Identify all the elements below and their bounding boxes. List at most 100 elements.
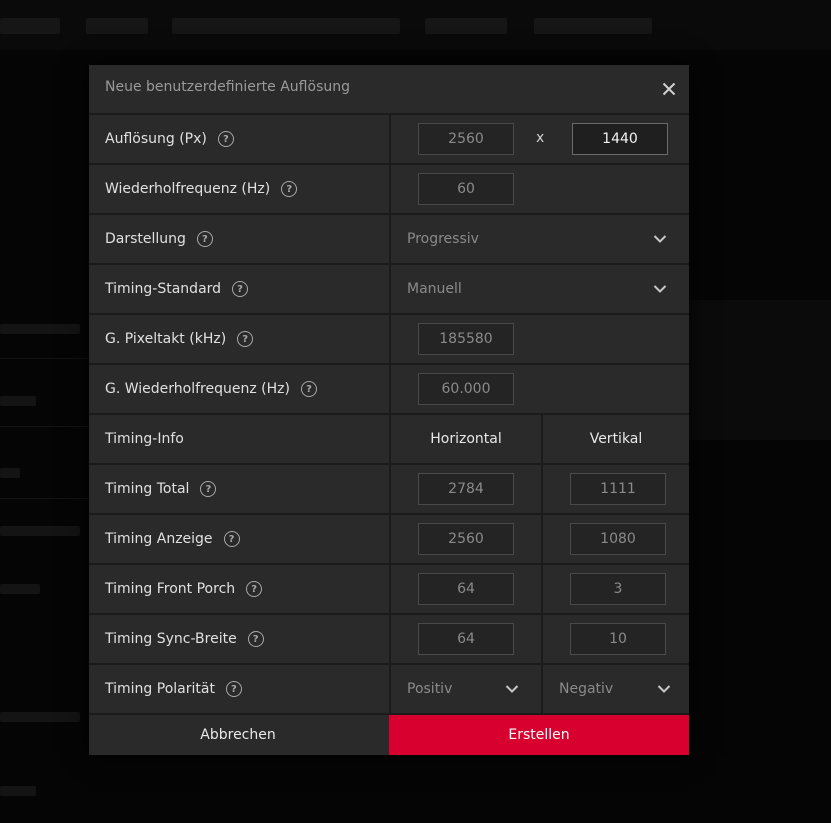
chevron-down-icon [657, 685, 671, 693]
background-tab [0, 18, 60, 34]
background-tab [172, 18, 400, 34]
resolution-separator: x [536, 130, 545, 146]
row-timing-info: Timing-Info Horizontal Vertikal [89, 415, 689, 465]
help-icon[interactable]: ? [237, 331, 254, 347]
dialog-header: Neue benutzerdefinierte Auflösung [89, 65, 689, 115]
timing-total-horizontal-input[interactable] [418, 473, 514, 505]
background-sidebar [0, 300, 90, 823]
cancel-button[interactable]: Abbrechen [89, 715, 387, 755]
row-label-container: G. Pixeltakt (kHz) ? [89, 315, 391, 363]
background-label [0, 396, 36, 406]
dialog-title: Neue benutzerdefinierte Auflösung [105, 79, 350, 95]
chevron-down-icon [653, 285, 667, 293]
row-label-container: Timing Polarität ? [89, 665, 391, 713]
close-button[interactable] [657, 77, 681, 101]
row-resolution: Auflösung (Px) ? x [89, 115, 689, 165]
background-divider [0, 498, 90, 499]
timing-standard-value: Manuell [407, 281, 462, 297]
chevron-down-icon [653, 235, 667, 243]
polarity-horizontal-dropdown[interactable]: Positiv [407, 665, 541, 713]
polarity-label: Timing Polarität [105, 681, 215, 697]
refresh-rate-input[interactable] [418, 173, 514, 205]
timing-standard-label: Timing-Standard [105, 281, 222, 297]
effective-refresh-input[interactable] [418, 373, 514, 405]
background-divider [0, 358, 90, 359]
row-label-container: Timing Total ? [89, 465, 391, 513]
chevron-down-icon [505, 685, 519, 693]
display-mode-dropdown[interactable]: Progressiv [407, 215, 689, 263]
timing-display-label: Timing Anzeige [105, 531, 213, 547]
row-display-mode: Darstellung ? Progressiv [89, 215, 689, 265]
help-icon[interactable]: ? [196, 231, 213, 247]
effective-refresh-label: G. Wiederholfrequenz (Hz) [105, 381, 290, 397]
row-pixel-clock: G. Pixeltakt (kHz) ? [89, 315, 689, 365]
row-label-container: Darstellung ? [89, 215, 391, 263]
background-tab [534, 18, 652, 34]
background-app-header [0, 0, 831, 50]
pixel-clock-input[interactable] [418, 323, 514, 355]
row-front-porch: Timing Front Porch ? [89, 565, 689, 615]
dialog-footer: Abbrechen Erstellen [89, 715, 689, 755]
sync-width-label: Timing Sync-Breite [105, 631, 237, 647]
column-divider [541, 565, 543, 613]
create-button[interactable]: Erstellen [389, 715, 689, 755]
background-label [0, 712, 80, 722]
column-divider [541, 465, 543, 513]
row-label-container: Timing Sync-Breite ? [89, 615, 391, 663]
column-divider [541, 665, 543, 713]
vertical-column-header: Vertikal [589, 431, 643, 447]
timing-total-vertical-input[interactable] [570, 473, 666, 505]
display-mode-value: Progressiv [407, 231, 479, 247]
row-effective-refresh: G. Wiederholfrequenz (Hz) ? [89, 365, 689, 415]
row-polarity: Timing Polarität ? Positiv Negativ [89, 665, 689, 715]
horizontal-column-header: Horizontal [430, 431, 502, 447]
row-label-container: Wiederholfrequenz (Hz) ? [89, 165, 391, 213]
help-icon[interactable]: ? [247, 631, 264, 647]
sync-width-vertical-input[interactable] [570, 623, 666, 655]
front-porch-label: Timing Front Porch [105, 581, 236, 597]
help-icon[interactable]: ? [281, 181, 298, 197]
row-timing-total: Timing Total ? [89, 465, 689, 515]
polarity-vertical-value: Negativ [559, 681, 614, 697]
row-label-container: Timing Front Porch ? [89, 565, 391, 613]
polarity-vertical-dropdown[interactable]: Negativ [559, 665, 689, 713]
row-sync-width: Timing Sync-Breite ? [89, 615, 689, 665]
row-label-container: Timing Anzeige ? [89, 515, 391, 563]
background-label [0, 324, 80, 334]
polarity-horizontal-value: Positiv [407, 681, 453, 697]
help-icon[interactable]: ? [300, 381, 317, 397]
help-icon[interactable]: ? [200, 481, 217, 497]
help-icon[interactable]: ? [223, 531, 240, 547]
column-divider [541, 615, 543, 663]
resolution-height-input[interactable] [572, 123, 668, 155]
background-tab [425, 18, 507, 34]
timing-display-vertical-input[interactable] [570, 523, 666, 555]
background-panel [689, 300, 831, 440]
resolution-label: Auflösung (Px) [105, 131, 207, 147]
help-icon[interactable]: ? [246, 581, 263, 597]
row-timing-display: Timing Anzeige ? [89, 515, 689, 565]
row-label-container: Timing-Standard ? [89, 265, 391, 313]
row-label-container: Auflösung (Px) ? [89, 115, 391, 163]
column-divider [541, 515, 543, 563]
custom-resolution-dialog: Neue benutzerdefinierte Auflösung Auflös… [89, 65, 689, 755]
timing-display-horizontal-input[interactable] [418, 523, 514, 555]
refresh-rate-label: Wiederholfrequenz (Hz) [105, 181, 271, 197]
background-label [0, 584, 40, 594]
background-label [0, 468, 20, 478]
help-icon[interactable]: ? [217, 131, 234, 147]
timing-info-label: Timing-Info [105, 431, 184, 447]
row-timing-standard: Timing-Standard ? Manuell [89, 265, 689, 315]
timing-standard-dropdown[interactable]: Manuell [407, 265, 689, 313]
background-tab [86, 18, 148, 34]
row-label-container: G. Wiederholfrequenz (Hz) ? [89, 365, 391, 413]
pixel-clock-label: G. Pixeltakt (kHz) [105, 331, 227, 347]
resolution-width-input[interactable] [418, 123, 514, 155]
timing-total-label: Timing Total [105, 481, 190, 497]
help-icon[interactable]: ? [232, 281, 249, 297]
help-icon[interactable]: ? [225, 681, 242, 697]
background-divider [0, 426, 90, 427]
sync-width-horizontal-input[interactable] [418, 623, 514, 655]
front-porch-vertical-input[interactable] [570, 573, 666, 605]
front-porch-horizontal-input[interactable] [418, 573, 514, 605]
